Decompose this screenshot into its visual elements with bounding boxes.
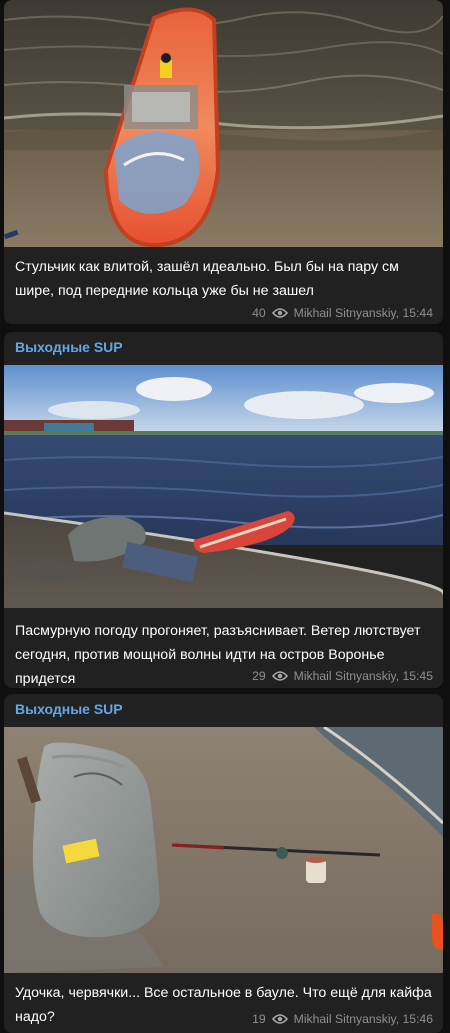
eye-icon: [271, 671, 288, 681]
photo-fishing-gear[interactable]: [4, 727, 443, 973]
eye-icon: [271, 308, 288, 318]
view-count: 29: [252, 669, 266, 683]
message-feed: Стульчик как влитой, зашёл идеально. Был…: [0, 0, 450, 1033]
message-meta: 29 Mikhail Sitnyanskiy, 15:45: [252, 669, 433, 683]
channel-name[interactable]: Выходные SUP: [15, 339, 123, 355]
view-count: 19: [252, 1012, 266, 1026]
author-time: Mikhail Sitnyanskiy, 15:44: [293, 306, 433, 320]
eye-icon: [271, 1014, 288, 1024]
message-meta: 19 Mikhail Sitnyanskiy, 15:46: [252, 1012, 433, 1026]
message-meta: 40 Mikhail Sitnyanskiy, 15:44: [252, 306, 433, 320]
message-post[interactable]: Стульчик как влитой, зашёл идеально. Был…: [4, 0, 443, 324]
photo-lake-shore[interactable]: [4, 365, 443, 608]
view-count: 40: [252, 306, 266, 320]
message-post[interactable]: Выходные SUP: [4, 694, 443, 1033]
author-time: Mikhail Sitnyanskiy, 15:46: [293, 1012, 433, 1026]
message-post[interactable]: Выходные SUP: [4, 332, 443, 688]
photo-sup-board-with-seat[interactable]: [4, 0, 443, 247]
message-caption: Стульчик как влитой, зашёл идеально. Был…: [15, 259, 399, 299]
author-time: Mikhail Sitnyanskiy, 15:45: [293, 669, 433, 683]
channel-name[interactable]: Выходные SUP: [15, 701, 123, 717]
